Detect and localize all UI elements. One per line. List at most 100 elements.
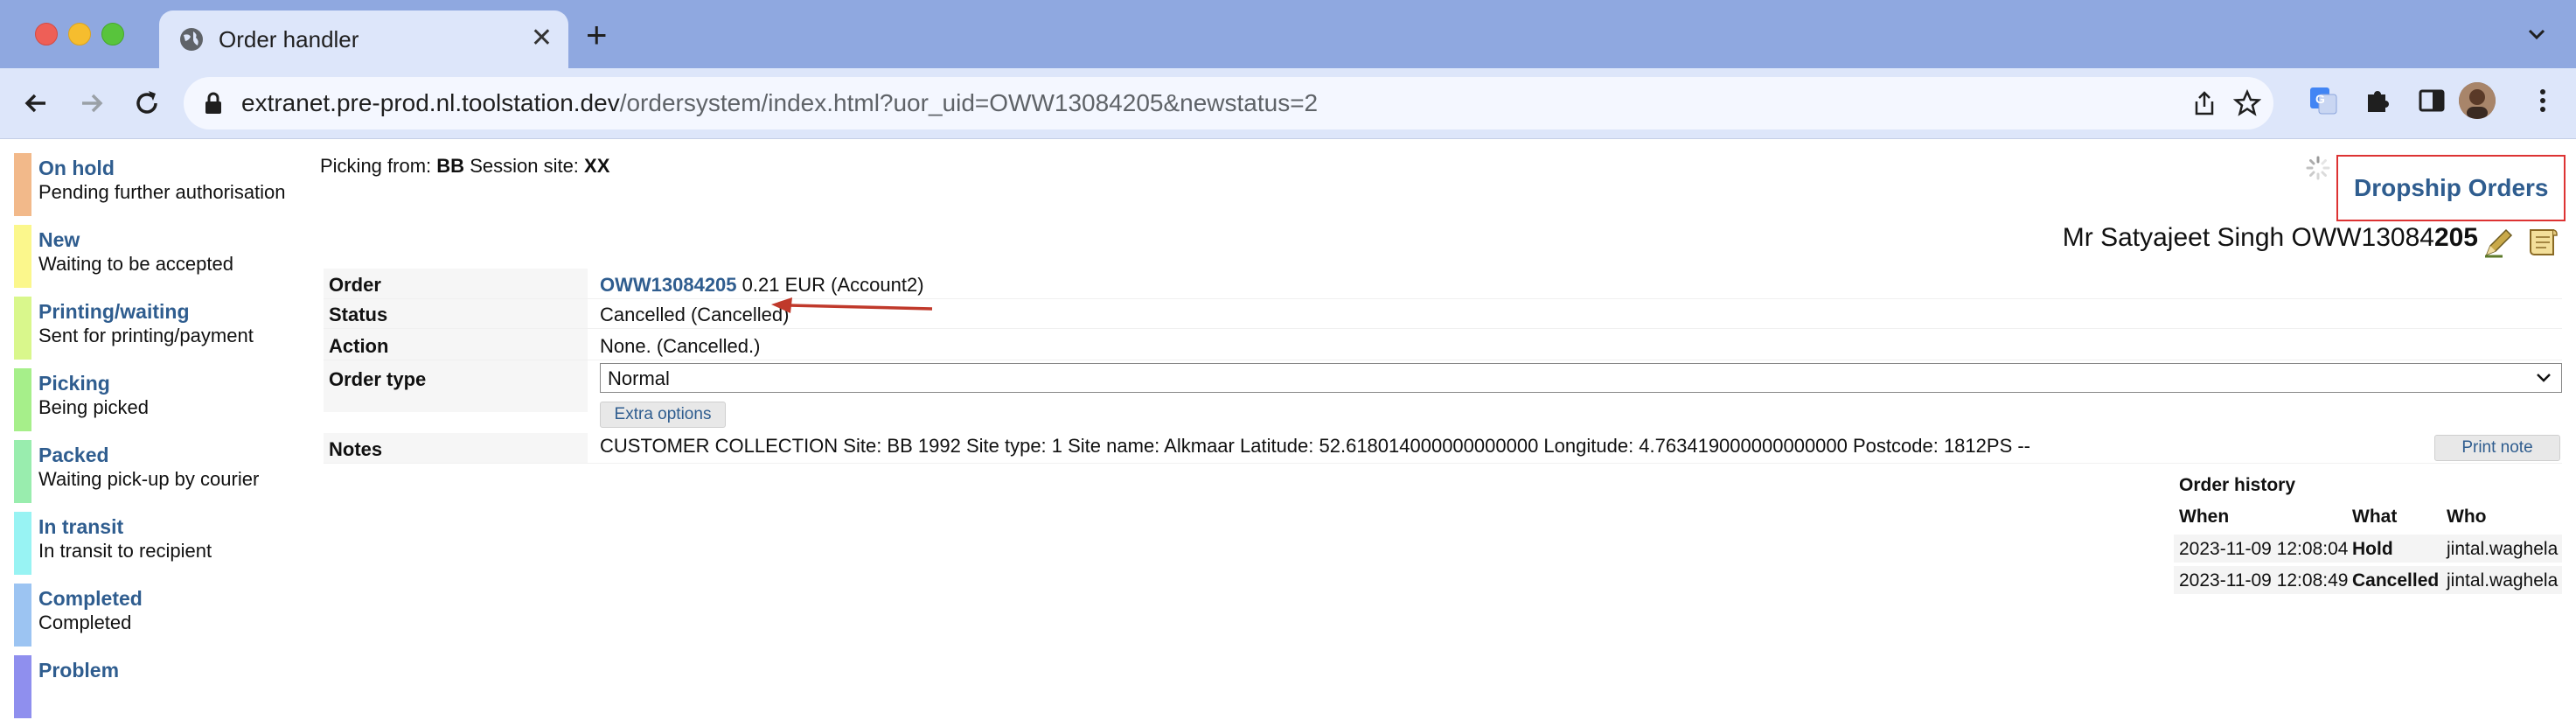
sidebar-item-problem[interactable]: Problem (14, 655, 303, 727)
back-arrow-icon[interactable] (19, 86, 54, 121)
history-col-what: What (2352, 507, 2398, 527)
notes-label: Notes (329, 438, 383, 460)
history-row: 2023-11-09 12:08:49 Cancelled jintal.wag… (2174, 566, 2562, 594)
sidebar-item-title[interactable]: Packed (38, 444, 109, 467)
new-tab-button[interactable]: + (586, 16, 608, 54)
sidebar-item-desc: Waiting pick-up by courier (38, 468, 260, 490)
status-color-bar (14, 440, 31, 503)
dropship-orders-highlight: Dropship Orders (2336, 155, 2566, 221)
action-label: Action (329, 335, 389, 357)
order-history-title: Order history (2179, 475, 2296, 495)
browser-tab[interactable]: Order handler ✕ (159, 10, 568, 68)
history-what: Hold (2352, 539, 2393, 559)
status-row: Status Cancelled (Cancelled) (324, 298, 2562, 329)
order-label: Order (329, 274, 381, 296)
chevron-down-icon (2537, 374, 2551, 382)
history-who: jintal.waghela (2447, 539, 2559, 559)
browser-toolbar: extranet.pre-prod.nl.toolstation.dev/ord… (0, 68, 2576, 139)
maximize-window-button[interactable] (101, 23, 124, 45)
history-when: 2023-11-09 12:08:04 (2179, 539, 2349, 559)
customer-order-suffix: 205 (2433, 223, 2478, 252)
status-color-bar (14, 225, 31, 288)
sidebar-item-title[interactable]: Completed (38, 587, 143, 611)
minimize-window-button[interactable] (68, 23, 91, 45)
avatar-image (2459, 82, 2496, 119)
url-host: extranet.pre-prod.nl.toolstation.dev (241, 89, 620, 116)
order-type-label: Order type (329, 368, 427, 390)
loading-spinner-icon (2306, 156, 2330, 180)
lock-icon[interactable] (203, 91, 224, 115)
sidebar-item-title[interactable]: Picking (38, 372, 110, 395)
forward-arrow-icon[interactable] (73, 86, 108, 121)
notes-scroll-icon[interactable] (2524, 225, 2560, 260)
svg-text:G: G (2315, 92, 2325, 106)
sidebar-item-new[interactable]: New Waiting to be accepted (14, 225, 303, 297)
globe-icon (180, 28, 203, 51)
picking-site: BB (436, 155, 465, 177)
share-icon[interactable] (2191, 89, 2217, 117)
sidebar-item-title[interactable]: Printing/waiting (38, 300, 190, 324)
sidebar-item-desc: Completed (38, 612, 132, 633)
picking-label: Picking from: (320, 155, 432, 177)
bookmark-star-icon[interactable] (2233, 89, 2261, 117)
close-tab-icon[interactable]: ✕ (531, 23, 553, 54)
page-content: On hold Pending further authorisation Ne… (0, 139, 2576, 718)
close-window-button[interactable] (35, 23, 58, 45)
sidebar-item-title[interactable]: On hold (38, 157, 115, 180)
history-col-who: Who (2447, 507, 2487, 527)
order-number-link[interactable]: OWW13084205 (600, 274, 737, 296)
extensions-puzzle-icon[interactable] (2363, 86, 2392, 115)
session-label: Session site: (470, 155, 579, 177)
chevron-down-icon[interactable] (2524, 21, 2550, 47)
address-bar[interactable]: extranet.pre-prod.nl.toolstation.dev/ord… (184, 77, 2273, 129)
order-row: Order OWW13084205 0.21 EUR (Account2) (324, 269, 2562, 299)
sidebar-item-desc: Waiting to be accepted (38, 253, 233, 275)
history-col-when: When (2179, 507, 2230, 527)
status-color-bar (14, 368, 31, 431)
customer-heading: Mr Satyajeet Singh OWW13084205 (2063, 223, 2478, 253)
browser-tab-bar: Order handler ✕ + (0, 0, 2576, 68)
dropship-orders-link[interactable]: Dropship Orders (2354, 174, 2548, 202)
edit-pencil-icon[interactable] (2482, 225, 2517, 260)
print-note-button[interactable]: Print note (2434, 435, 2560, 461)
history-who: jintal.waghela (2447, 570, 2559, 591)
url-path: /ordersystem/index.html?uor_uid=OWW13084… (619, 89, 1319, 116)
order-type-select[interactable]: Normal (600, 363, 2562, 393)
order-type-selected: Normal (608, 367, 670, 389)
action-value: None. (Cancelled.) (600, 335, 761, 357)
sidebar-item-title[interactable]: In transit (38, 515, 123, 539)
status-color-bar (14, 584, 31, 647)
sidebar-item-title[interactable]: Problem (38, 659, 119, 682)
history-what: Cancelled (2352, 570, 2440, 591)
annotation-arrow-icon (771, 297, 933, 313)
status-value: Cancelled (Cancelled) (600, 304, 790, 325)
picking-info: Picking from: BB Session site: XX (320, 155, 609, 178)
extra-options-button[interactable]: Extra options (600, 402, 726, 428)
sidebar-item-title[interactable]: New (38, 228, 80, 252)
status-label: Status (329, 304, 388, 325)
status-sidebar: On hold Pending further authorisation Ne… (14, 153, 303, 727)
sidebar-item-desc: Being picked (38, 396, 149, 418)
customer-name-prefix: Mr Satyajeet Singh OWW13084 (2062, 223, 2434, 252)
status-color-bar (14, 655, 31, 718)
profile-avatar[interactable] (2459, 82, 2496, 119)
reload-icon[interactable] (129, 86, 164, 121)
sidebar-item-in-transit[interactable]: In transit In transit to recipient (14, 512, 303, 584)
sidebar-item-desc: Sent for printing/payment (38, 325, 254, 346)
order-amount: 0.21 EUR (Account2) (741, 274, 924, 296)
url-text[interactable]: extranet.pre-prod.nl.toolstation.dev/ord… (241, 88, 1318, 118)
sidebar-item-picking[interactable]: Picking Being picked (14, 368, 303, 440)
more-menu-icon[interactable] (2532, 86, 2553, 115)
side-panel-icon[interactable] (2417, 86, 2447, 115)
notes-row: Notes CUSTOMER COLLECTION Site: BB 1992 … (324, 433, 2562, 464)
tab-title: Order handler (219, 26, 359, 52)
sidebar-item-completed[interactable]: Completed Completed (14, 584, 303, 655)
google-translate-icon[interactable]: G (2308, 86, 2338, 115)
sidebar-item-printing-waiting[interactable]: Printing/waiting Sent for printing/payme… (14, 297, 303, 368)
sidebar-item-on-hold[interactable]: On hold Pending further authorisation (14, 153, 303, 225)
sidebar-item-packed[interactable]: Packed Waiting pick-up by courier (14, 440, 303, 512)
status-color-bar (14, 297, 31, 360)
history-row: 2023-11-09 12:08:04 Hold jintal.waghela (2174, 535, 2562, 563)
session-site: XX (584, 155, 610, 177)
sidebar-item-desc: In transit to recipient (38, 540, 212, 562)
